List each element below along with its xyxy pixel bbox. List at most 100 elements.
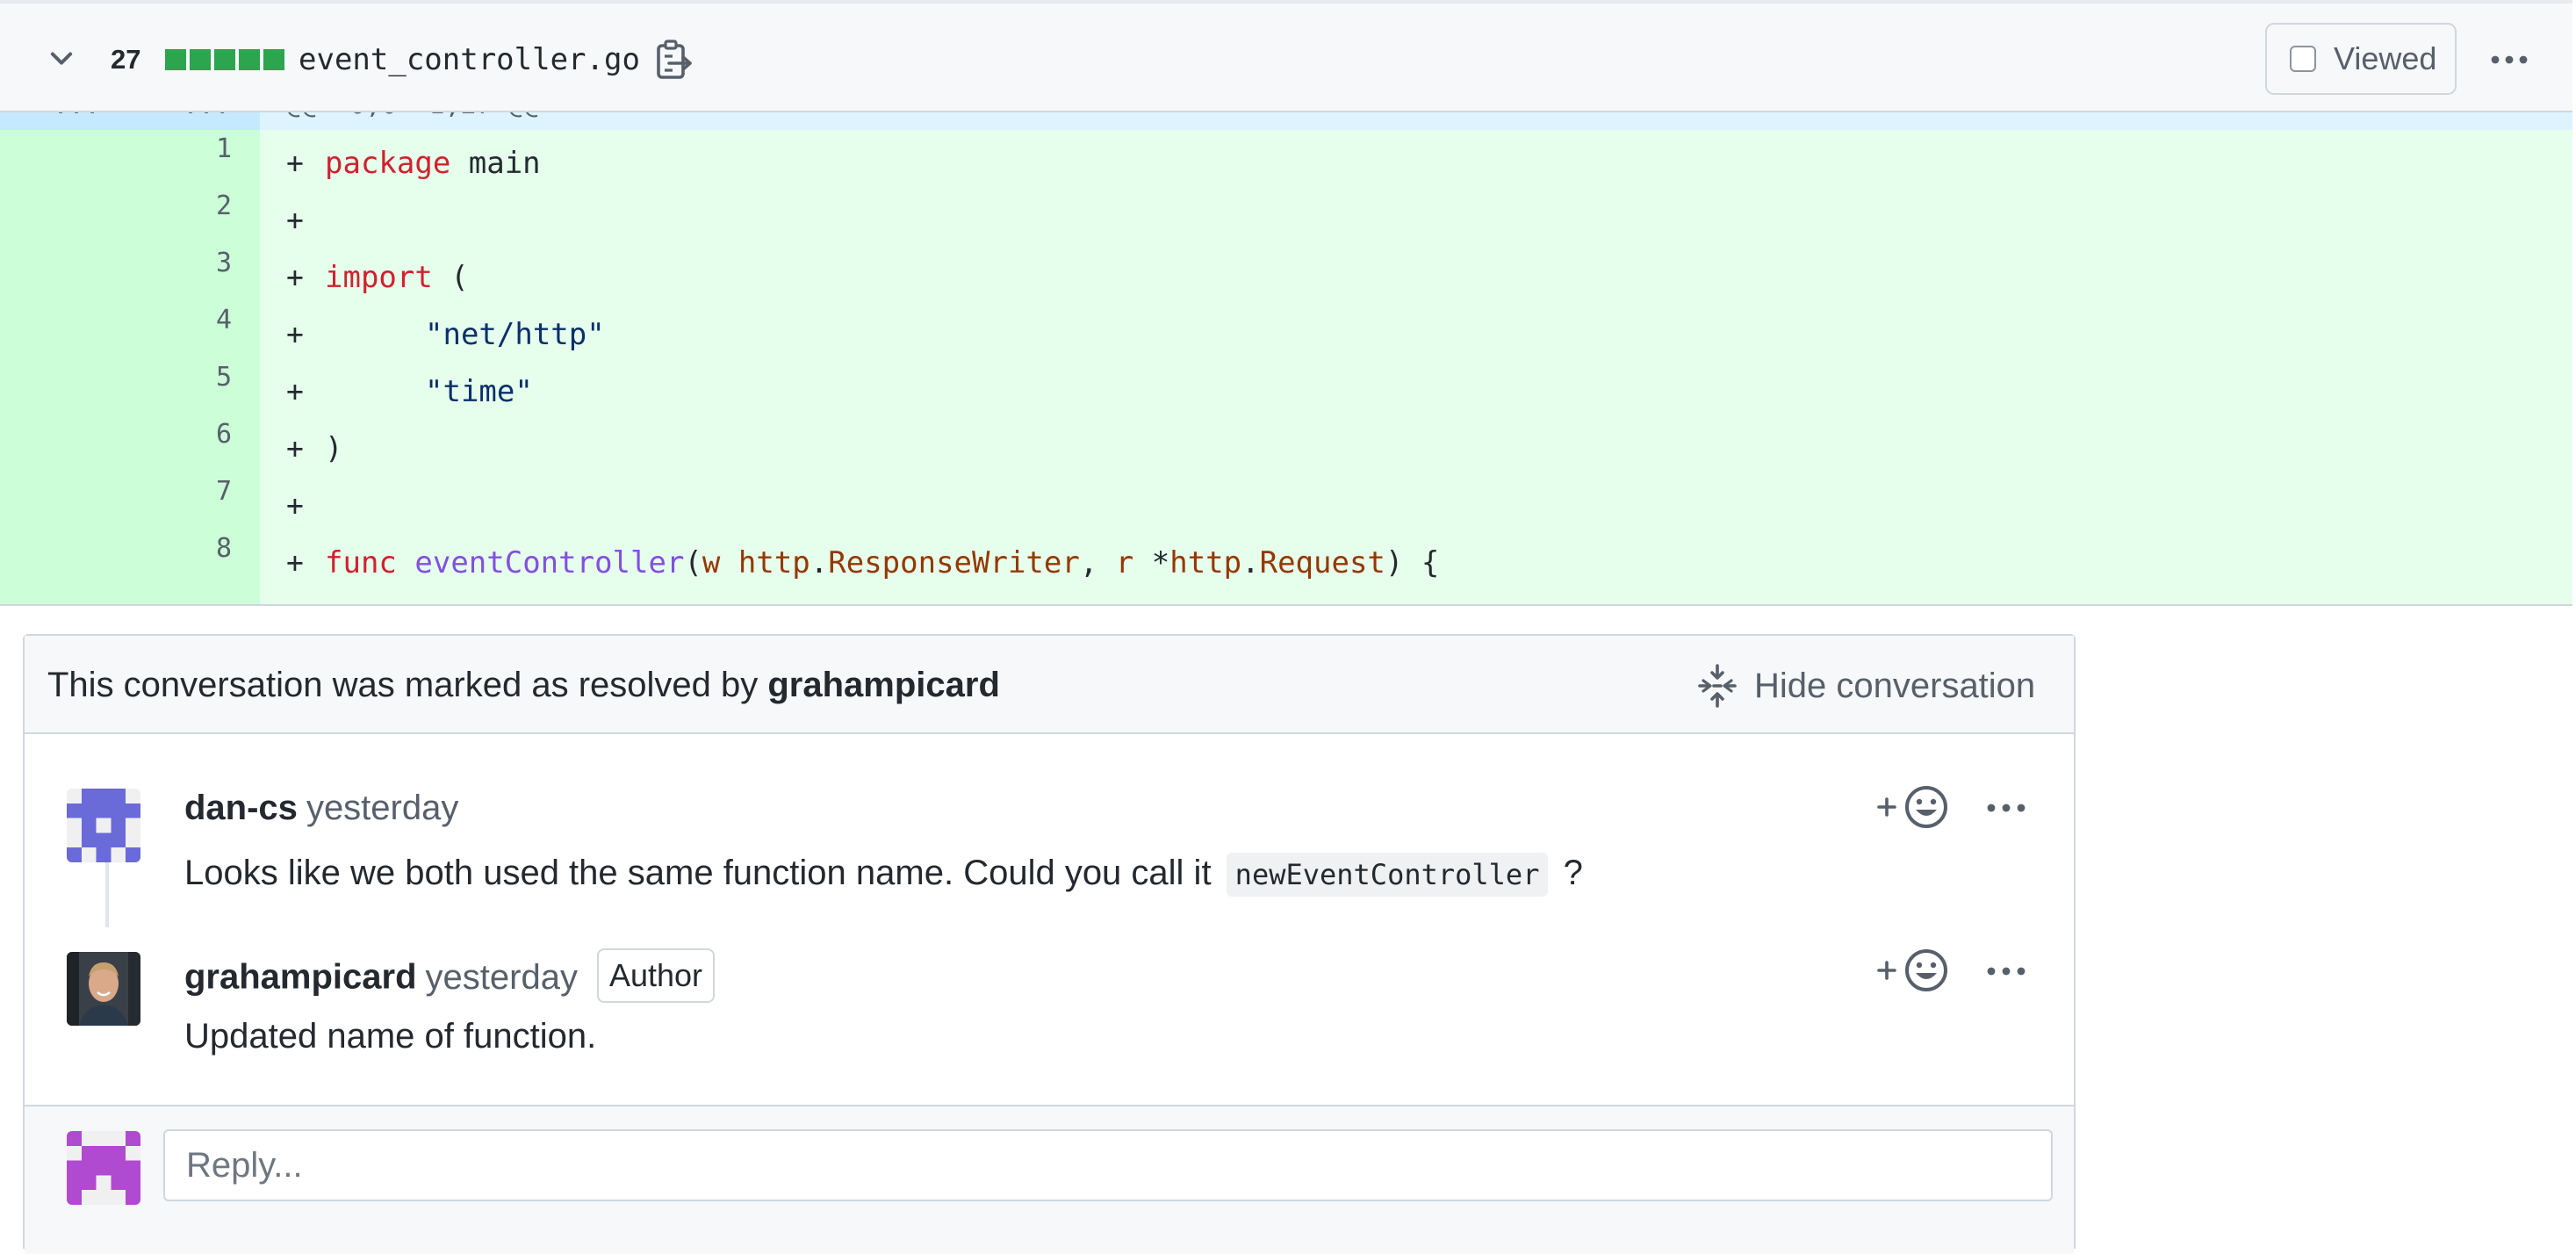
copy-path-icon[interactable] [653, 39, 694, 83]
comment-timestamp[interactable]: yesterday [306, 789, 458, 827]
author-name[interactable]: dan-cs [184, 789, 298, 827]
resolved-by-user[interactable]: grahampicard [767, 666, 1000, 704]
resolved-prefix: This conversation was marked as resolved… [47, 666, 768, 704]
reply-input[interactable] [163, 1129, 2053, 1201]
avatar[interactable] [67, 789, 140, 862]
diffstat-block [239, 49, 260, 70]
code-text: main [450, 146, 541, 181]
review-conversation: This conversation was marked as resolved… [23, 634, 2076, 1254]
hide-conversation-button[interactable]: Hide conversation [1698, 664, 2035, 708]
diff-count: 27 [111, 44, 141, 75]
keyword: package [325, 146, 451, 181]
chevron-down-icon[interactable] [46, 42, 77, 74]
code-text: ( [432, 260, 469, 295]
reply-area [25, 1105, 2074, 1254]
param-name: w [702, 545, 721, 580]
addition-marker: + [286, 431, 304, 465]
file-name-link[interactable]: event_controller.go [299, 42, 640, 77]
diffstat-block [214, 49, 235, 70]
code-line: ) [325, 431, 342, 466]
diff-body: 1 + package main 2 + 3 + import ( 4 + "n… [0, 130, 2572, 604]
code-text: . [1241, 545, 1260, 580]
hide-conversation-label: Hide conversation [1754, 666, 2036, 705]
comment-timestamp[interactable]: yesterday [426, 958, 578, 997]
keyword: import [325, 260, 433, 295]
diff-line: 3 + import ( [0, 244, 2572, 301]
string-literal: "net/http" [425, 317, 605, 352]
line-number[interactable]: 8 [130, 533, 232, 564]
line-number[interactable]: 2 [130, 191, 232, 221]
addition-marker: + [286, 203, 304, 237]
comment-author: grahampicard yesterday Author [184, 948, 716, 1006]
addition-marker: + [286, 374, 304, 408]
line-number[interactable]: 6 [130, 419, 232, 450]
line-number[interactable]: 4 [130, 305, 232, 335]
code-line: import ( [325, 260, 469, 295]
review-comment: grahampicard yesterday Author Updated name… [25, 948, 2074, 1084]
resolved-notice: This conversation was marked as resolved… [47, 666, 1000, 705]
code-line: func eventController(w http.ResponseWrit… [325, 545, 1439, 580]
addition-marker: + [286, 488, 304, 522]
code-text: . [809, 545, 829, 580]
diffstat-block [190, 49, 211, 70]
string-literal: "time" [425, 374, 533, 409]
package-name: http [1169, 545, 1242, 580]
code-text: ( [684, 545, 702, 580]
diffstat-block [263, 49, 284, 70]
diff-line: 2 + [0, 187, 2572, 244]
function-name: eventController [414, 545, 685, 580]
diffstat [165, 49, 284, 70]
code-line: "time" [425, 374, 533, 409]
type-name: Request [1259, 545, 1385, 580]
hunk-header-text: @@ -0,0 +1,27 @@ [286, 112, 540, 120]
add-reaction-button[interactable] [1875, 947, 1954, 994]
kebab-horizontal-icon[interactable] [1984, 794, 2028, 822]
line-number[interactable]: 1 [130, 133, 232, 164]
code-text: , [1079, 545, 1116, 580]
package-name: http [738, 545, 810, 580]
addition-marker: + [286, 545, 304, 580]
comment-body: Updated name of function. [184, 1017, 597, 1056]
fold-icon [1698, 664, 1737, 708]
comment-author: dan-cs yesterday [184, 789, 458, 828]
comment-body: Looks like we both used the same functio… [184, 853, 1583, 897]
diffstat-block [165, 49, 186, 70]
expand-up-old[interactable]: ... [53, 112, 100, 120]
comment-text: Looks like we both used the same functio… [184, 854, 1221, 892]
review-comment: dan-cs yesterday Looks like we both used … [25, 786, 2074, 920]
author-badge: Author [596, 948, 716, 1003]
file-header: 27 event_controller.go Viewed [0, 0, 2572, 112]
code-text: ) { [1385, 545, 1440, 580]
add-reaction-button[interactable] [1875, 783, 1954, 831]
current-user-avatar [67, 1131, 140, 1205]
code-text: ) [325, 431, 343, 466]
inline-code: newEventController [1226, 853, 1549, 897]
code-line: package main [325, 146, 541, 181]
type-name: ResponseWriter [828, 545, 1080, 580]
kebab-horizontal-icon[interactable] [1984, 957, 2028, 985]
diff-line: 6 + ) [0, 415, 2572, 472]
addition-marker: + [286, 317, 304, 351]
viewed-label: Viewed [2334, 40, 2437, 76]
diff-line: 7 + [0, 472, 2572, 530]
addition-marker: + [286, 146, 304, 180]
line-number[interactable]: 5 [130, 362, 232, 393]
line-number[interactable]: 7 [130, 476, 232, 507]
keyword: func [325, 545, 397, 580]
comment-text: ? [1553, 854, 1583, 892]
viewed-checkbox[interactable] [2290, 46, 2316, 72]
expand-up-new[interactable]: ... [183, 112, 230, 120]
code-line: "net/http" [425, 317, 605, 352]
diff-line: 4 + "net/http" [0, 301, 2572, 358]
diff-line: 8 + func eventController(w http.Response… [0, 530, 2572, 587]
conversation-header: This conversation was marked as resolved… [25, 636, 2074, 734]
hunk-header-row: ... ... @@ -0,0 +1,27 @@ [0, 112, 2572, 130]
diff-line: 5 + "time" [0, 358, 2572, 415]
addition-marker: + [286, 260, 304, 294]
avatar[interactable] [67, 952, 140, 1026]
divider [0, 604, 2572, 606]
viewed-toggle[interactable]: Viewed [2265, 23, 2457, 95]
kebab-horizontal-icon[interactable] [2488, 46, 2530, 74]
line-number[interactable]: 3 [130, 248, 232, 278]
author-name[interactable]: grahampicard [184, 958, 417, 997]
